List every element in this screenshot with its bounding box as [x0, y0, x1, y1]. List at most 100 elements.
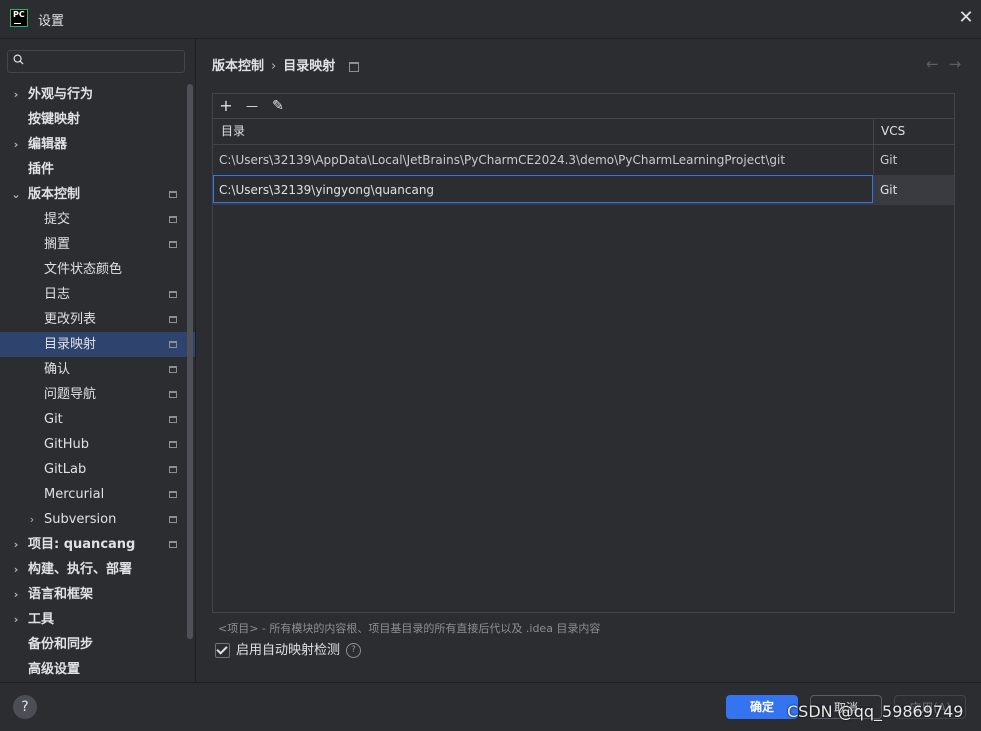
vcs-cell[interactable]: Git: [880, 145, 897, 175]
pin-icon: [169, 366, 177, 373]
sidebar-item[interactable]: 更改列表: [0, 307, 195, 332]
sidebar-item[interactable]: 文件状态颜色: [0, 257, 195, 282]
sidebar-item-label: 项目: quancang: [28, 537, 136, 552]
sidebar-item[interactable]: 提交: [0, 207, 195, 232]
edit-icon[interactable]: ✎: [269, 97, 287, 115]
directory-cell[interactable]: C:\Users\32139\AppData\Local\JetBrains\P…: [219, 145, 785, 175]
vcs-cell[interactable]: Git: [880, 175, 897, 205]
chevron-down-icon[interactable]: ⌄: [10, 182, 22, 207]
help-button[interactable]: ?: [13, 695, 37, 719]
breadcrumb-separator: ›: [271, 59, 277, 74]
search-input[interactable]: [7, 50, 185, 73]
sidebar-item[interactable]: › 外观与行为: [0, 82, 195, 107]
table-header: 目录 VCS: [213, 119, 954, 145]
chevron-right-icon[interactable]: ›: [10, 607, 22, 632]
project-note: <项目> - 所有模块的内容根、项目基目录的所有直接后代以及 .idea 目录内…: [218, 622, 601, 635]
title-bar: PC 设置 ✕: [0, 0, 981, 39]
table-row-editing[interactable]: C:\Users\32139\yingyong\quancang Git: [213, 175, 954, 205]
sidebar-item-label: 语言和框架: [28, 587, 94, 602]
auto-detect-label[interactable]: 启用自动映射检测: [236, 643, 340, 658]
sidebar-item[interactable]: 高级设置: [0, 657, 195, 682]
mapping-table-panel: + — ✎ 目录 VCS C:\Users\32139\AppData\Loca…: [212, 93, 955, 613]
sidebar-item[interactable]: 插件: [0, 157, 195, 182]
pin-icon: [169, 416, 177, 423]
pin-icon: [169, 441, 177, 448]
forward-arrow-icon[interactable]: →: [949, 55, 972, 73]
auto-detect-option[interactable]: 启用自动映射检测?: [215, 642, 362, 660]
sidebar-item[interactable]: › 语言和框架: [0, 582, 195, 607]
table-row[interactable]: C:\Users\32139\AppData\Local\JetBrains\P…: [213, 145, 954, 175]
breadcrumb: 版本控制 › 目录映射: [212, 55, 360, 74]
sidebar-item-label: 编辑器: [28, 137, 68, 152]
settings-sidebar: › 外观与行为按键映射 › 编辑器插件 ⌄ 版本控制提交搁置 文件状态颜色日志更改列表目录映…: [0, 39, 196, 682]
sidebar-item-label: Git: [44, 412, 63, 427]
sidebar-item[interactable]: 搁置: [0, 232, 195, 257]
auto-detect-checkbox[interactable]: [215, 643, 230, 658]
close-icon[interactable]: ✕: [956, 8, 976, 28]
column-header-directory[interactable]: 目录: [221, 119, 245, 144]
sidebar-item[interactable]: Mercurial: [0, 482, 195, 507]
chevron-right-icon[interactable]: ›: [26, 507, 38, 532]
watermark: CSDN @qq_59869749: [787, 702, 964, 721]
remove-icon[interactable]: —: [243, 97, 261, 115]
column-header-vcs[interactable]: VCS: [881, 119, 905, 144]
sidebar-item-label: 按键映射: [28, 112, 81, 127]
sidebar-item[interactable]: › Subversion: [0, 507, 195, 532]
sidebar-item-label: 构建、执行、部署: [28, 562, 133, 577]
sidebar-item-label: 问题导航: [44, 387, 97, 402]
sidebar-item-label: 高级设置: [28, 662, 81, 677]
sidebar-item-label: 提交: [44, 212, 71, 227]
back-arrow-icon[interactable]: ←: [926, 55, 949, 73]
sidebar-item-label: Subversion: [44, 512, 117, 527]
pin-icon: [169, 516, 177, 523]
sidebar-item[interactable]: 目录映射: [0, 332, 195, 357]
sidebar-scrollbar[interactable]: [187, 84, 193, 639]
sidebar-item-label: 日志: [44, 287, 71, 302]
pin-icon: [169, 241, 177, 248]
sidebar-item-label: GitLab: [44, 462, 87, 477]
sidebar-item[interactable]: Git: [0, 407, 195, 432]
pin-icon: [169, 466, 177, 473]
sidebar-item[interactable]: GitLab: [0, 457, 195, 482]
chevron-right-icon[interactable]: ›: [10, 532, 22, 557]
sidebar-item[interactable]: 日志: [0, 282, 195, 307]
sidebar-item[interactable]: GitHub: [0, 432, 195, 457]
pin-icon: [169, 391, 177, 398]
sidebar-item[interactable]: › 工具: [0, 607, 195, 632]
main-panel: 版本控制 › 目录映射 ←→ + — ✎ 目录 VCS C:\Users\32139…: [196, 39, 981, 682]
pin-icon: [349, 61, 360, 72]
breadcrumb-current: 目录映射: [283, 59, 336, 74]
breadcrumb-parent[interactable]: 版本控制: [212, 59, 264, 74]
help-icon[interactable]: ?: [346, 643, 362, 658]
pin-icon: [169, 216, 177, 223]
sidebar-item[interactable]: › 编辑器: [0, 132, 195, 157]
pin-icon: [169, 291, 177, 298]
sidebar-item-label: GitHub: [44, 437, 90, 452]
add-icon[interactable]: +: [217, 97, 235, 115]
sidebar-item-label: 确认: [44, 362, 71, 377]
pin-icon: [169, 316, 177, 323]
sidebar-item[interactable]: › 构建、执行、部署: [0, 557, 195, 582]
sidebar-item-label: 外观与行为: [28, 87, 94, 102]
sidebar-item[interactable]: 备份和同步: [0, 632, 195, 657]
chevron-right-icon[interactable]: ›: [10, 82, 22, 107]
pin-icon: [169, 191, 177, 198]
sidebar-item-label: 备份和同步: [28, 637, 94, 652]
directory-edit-value: C:\Users\32139\yingyong\quancang: [219, 183, 435, 197]
chevron-right-icon[interactable]: ›: [10, 132, 22, 157]
sidebar-item[interactable]: ⌄ 版本控制: [0, 182, 195, 207]
sidebar-item-label: 版本控制: [28, 187, 81, 202]
chevron-right-icon[interactable]: ›: [10, 582, 22, 607]
sidebar-item-label: 目录映射: [44, 337, 97, 352]
sidebar-item[interactable]: › 项目: quancang: [0, 532, 195, 557]
history-nav: ←→: [926, 55, 971, 73]
settings-tree: › 外观与行为按键映射 › 编辑器插件 ⌄ 版本控制提交搁置 文件状态颜色日志更改列表目录映…: [0, 82, 195, 682]
table-toolbar: + — ✎: [213, 94, 954, 119]
sidebar-item[interactable]: 按键映射: [0, 107, 195, 132]
pycharm-logo-icon: PC: [10, 9, 28, 27]
chevron-right-icon[interactable]: ›: [10, 557, 22, 582]
directory-edit-field[interactable]: C:\Users\32139\yingyong\quancang: [213, 175, 873, 203]
sidebar-item[interactable]: 问题导航: [0, 382, 195, 407]
sidebar-item[interactable]: 确认: [0, 357, 195, 382]
pin-icon: [169, 541, 177, 548]
